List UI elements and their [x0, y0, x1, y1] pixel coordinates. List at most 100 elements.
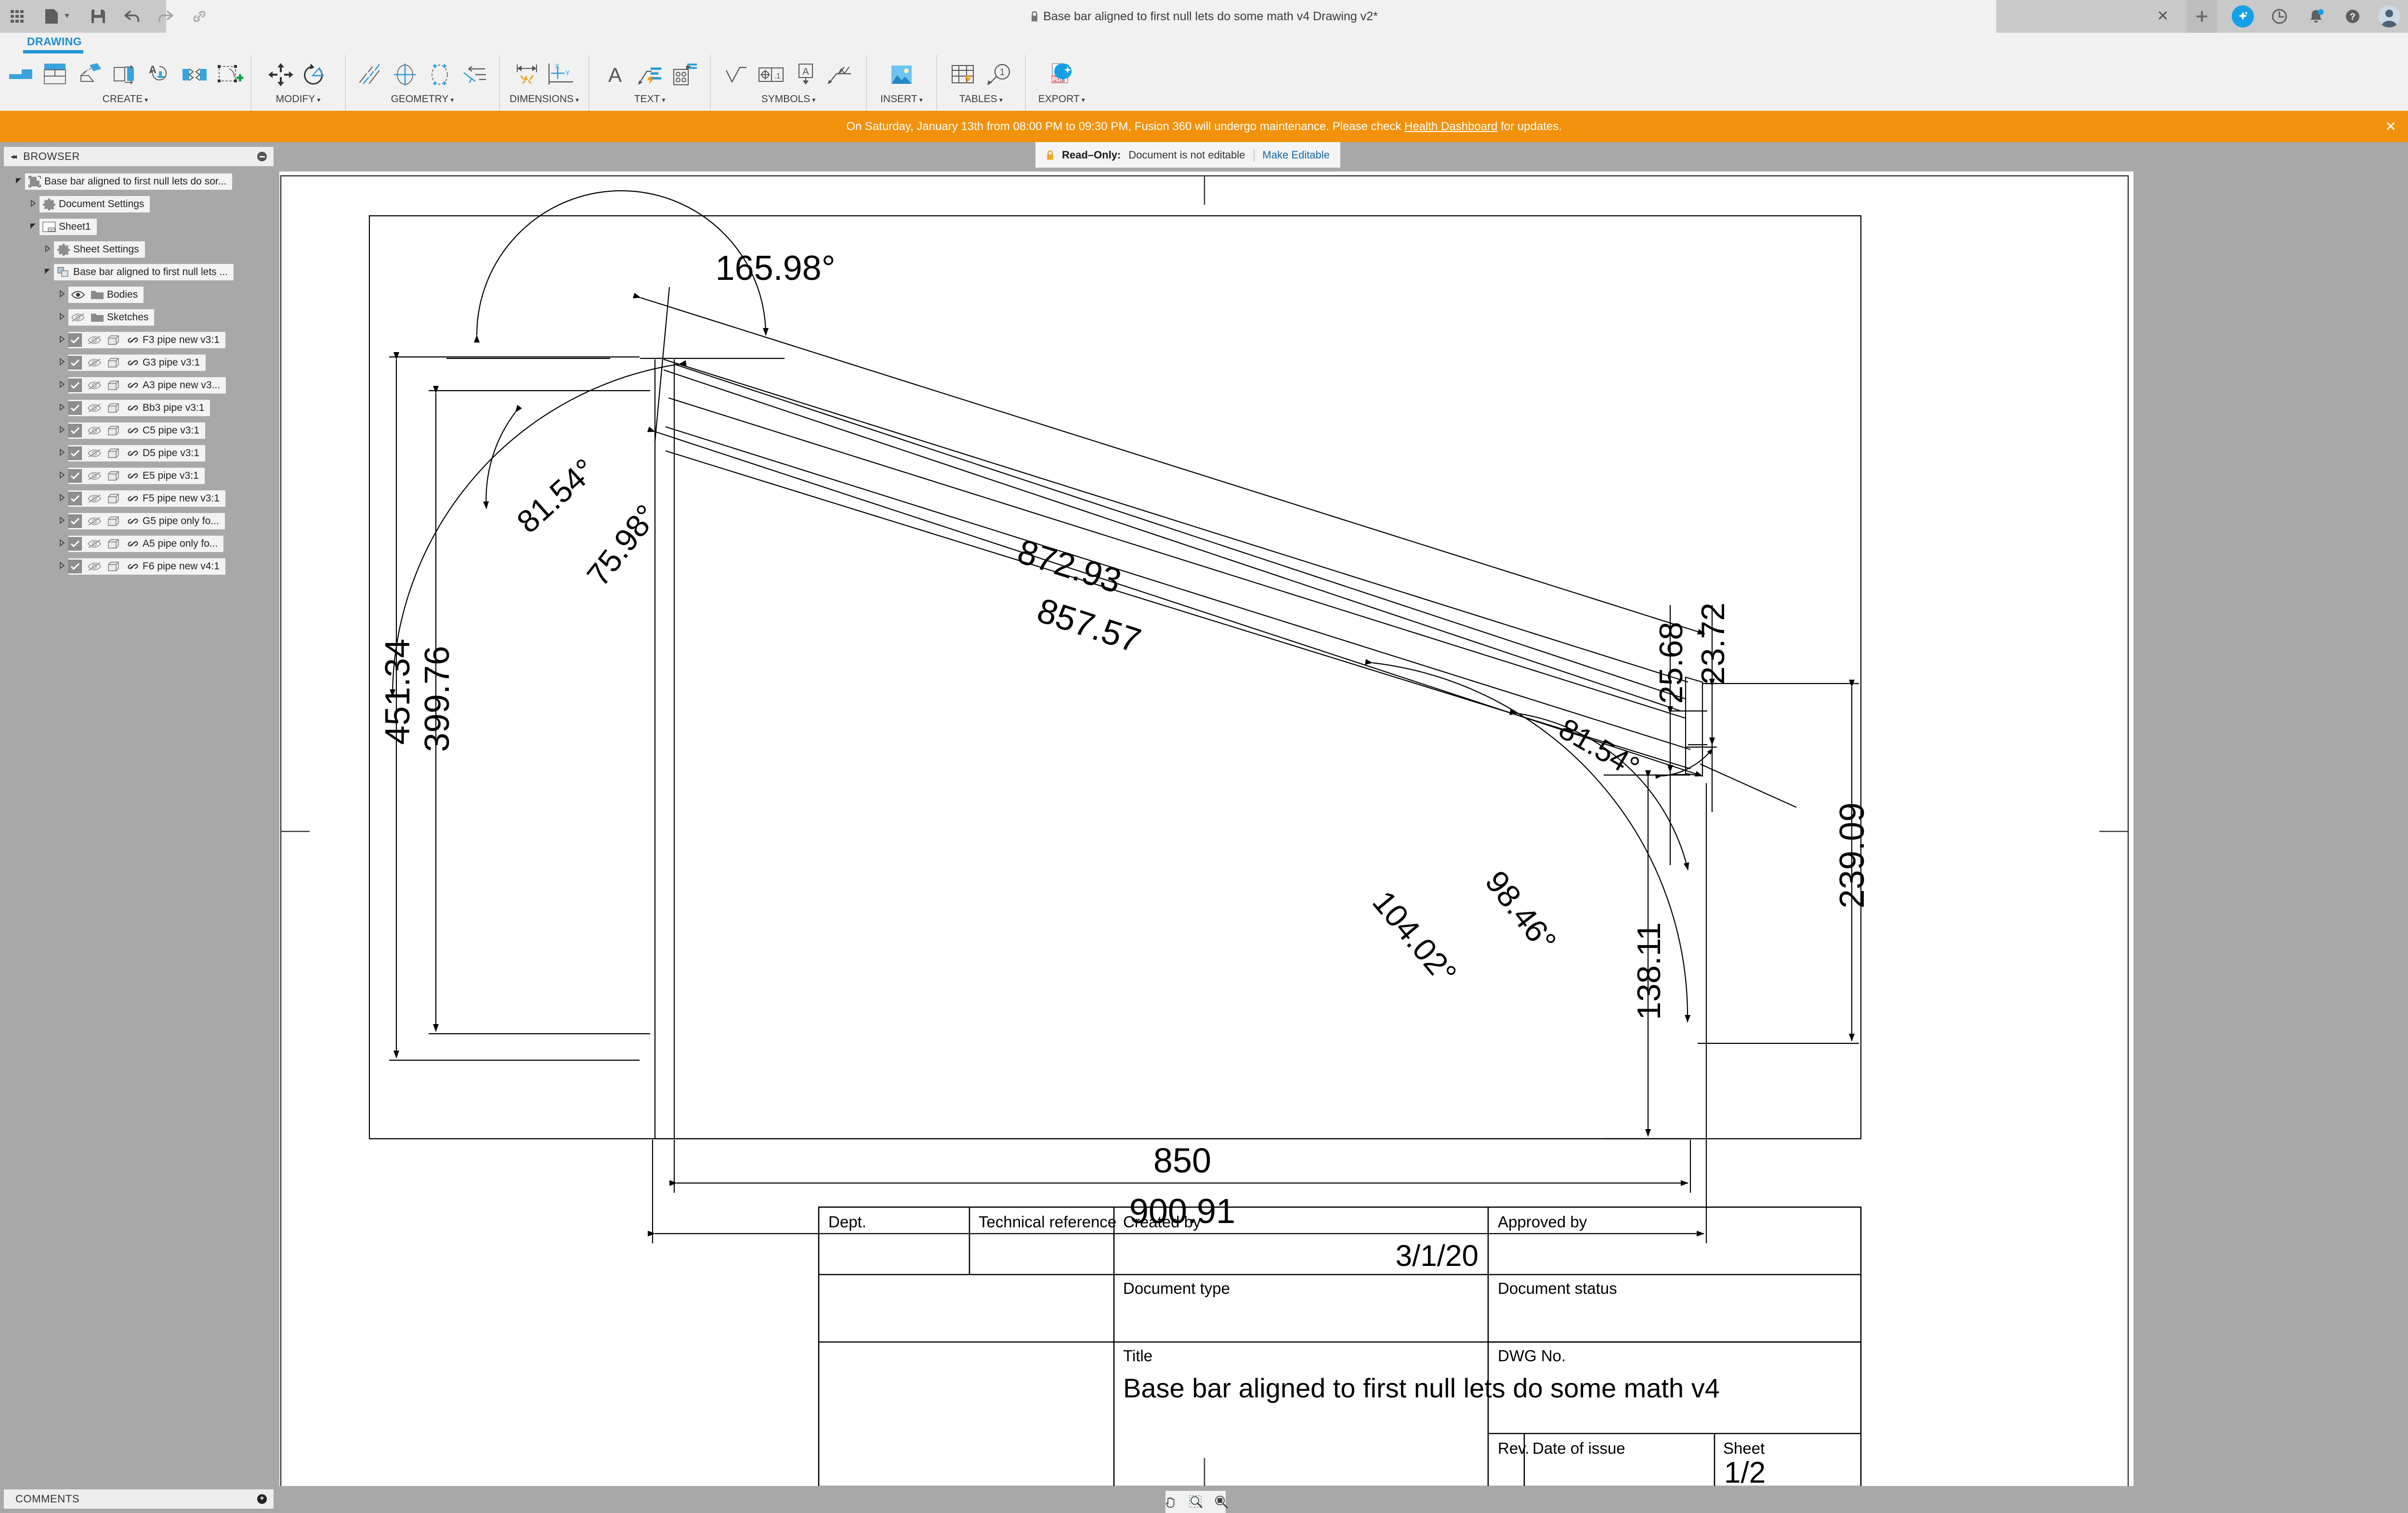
eye-hidden-icon[interactable]: [87, 537, 102, 551]
sketch-view-icon[interactable]: [214, 60, 244, 90]
eye-hidden-icon[interactable]: [87, 333, 102, 347]
centerline-icon[interactable]: [355, 60, 385, 90]
tree-twisty-icon[interactable]: [41, 267, 54, 277]
tree-twisty-icon[interactable]: [56, 539, 68, 549]
browser-tree-item[interactable]: Bb3 pipe v3:1: [0, 396, 279, 419]
tree-twisty-icon[interactable]: [56, 494, 68, 503]
tree-twisty-icon[interactable]: [56, 448, 68, 458]
browser-tree-item[interactable]: Base bar aligned to first null lets ...: [0, 261, 279, 283]
new-tab-icon[interactable]: [2186, 0, 2217, 33]
tree-twisty-icon[interactable]: [56, 290, 68, 300]
link-icon[interactable]: [126, 424, 140, 437]
browser-tree-item[interactable]: Sheet Settings: [0, 238, 279, 261]
ribbon-panel-insert-label[interactable]: INSERT▾: [880, 93, 923, 105]
visibility-checkbox[interactable]: [68, 537, 82, 551]
link-icon[interactable]: [126, 560, 140, 573]
visibility-checkbox[interactable]: [68, 333, 82, 347]
ordinate-dimension-icon[interactable]: X Y: [547, 60, 576, 90]
eye-visible-icon[interactable]: [71, 288, 85, 302]
browser-tree-item[interactable]: F3 pipe new v3:1: [0, 329, 279, 351]
tree-twisty-icon[interactable]: [56, 426, 68, 435]
extensions-icon[interactable]: [2232, 5, 2254, 27]
tree-twisty-icon[interactable]: [56, 403, 68, 413]
link-icon[interactable]: [126, 401, 140, 415]
link-icon[interactable]: [126, 537, 140, 551]
link-icon[interactable]: [126, 514, 140, 528]
browser-tree-item[interactable]: C5 pipe v3:1: [0, 419, 279, 442]
eye-hidden-icon[interactable]: [87, 379, 102, 392]
browser-tree-item[interactable]: Bodies: [0, 283, 279, 306]
eye-hidden-icon[interactable]: [71, 311, 85, 324]
comments-panel[interactable]: COMMENTS +: [4, 1489, 274, 1509]
move-icon[interactable]: [266, 60, 296, 90]
export-pdf-icon[interactable]: PDF: [1047, 60, 1076, 90]
center-mark-icon[interactable]: [390, 60, 420, 90]
tree-twisty-icon[interactable]: [41, 245, 54, 254]
visibility-checkbox[interactable]: [68, 424, 82, 437]
auxiliary-view-icon[interactable]: [76, 60, 105, 90]
base-view-icon[interactable]: [6, 60, 36, 90]
browser-tree-item[interactable]: Sheet1: [0, 215, 279, 238]
visibility-checkbox[interactable]: [68, 560, 82, 573]
ribbon-panel-modify-label[interactable]: MODIFY▾: [276, 93, 321, 105]
tree-twisty-icon[interactable]: [56, 313, 68, 322]
tree-twisty-icon[interactable]: [56, 381, 68, 390]
browser-tree-item[interactable]: G5 pipe only fo...: [0, 510, 279, 532]
hole-table-text-icon[interactable]: [669, 60, 699, 90]
browser-tree-item[interactable]: Document Settings: [0, 193, 279, 215]
rotate-icon[interactable]: [301, 60, 330, 90]
browser-tree-item[interactable]: Sketches: [0, 306, 279, 329]
visibility-checkbox[interactable]: [68, 469, 82, 483]
eye-hidden-icon[interactable]: [87, 356, 102, 369]
tree-twisty-icon[interactable]: [56, 471, 68, 481]
visibility-checkbox[interactable]: [68, 514, 82, 528]
notifications-icon[interactable]: [2305, 5, 2327, 27]
ribbon-panel-text-label[interactable]: TEXT▾: [634, 93, 666, 105]
link-icon[interactable]: [126, 469, 140, 483]
make-editable-button[interactable]: Make Editable: [1262, 149, 1329, 161]
weld-symbol-icon[interactable]: [825, 60, 855, 90]
eye-hidden-icon[interactable]: [87, 469, 102, 483]
browser-tree-item[interactable]: F5 pipe new v3:1: [0, 487, 279, 510]
leader-text-icon[interactable]: [635, 60, 665, 90]
zoom-window-icon[interactable]: [1189, 1494, 1203, 1510]
health-dashboard-link[interactable]: Health Dashboard: [1404, 120, 1497, 133]
ribbon-panel-export-label[interactable]: EXPORT▾: [1038, 93, 1085, 105]
browser-tree-item[interactable]: F6 pipe new v4:1: [0, 555, 279, 578]
insert-image-icon[interactable]: [887, 60, 916, 90]
section-view-icon[interactable]: [110, 60, 140, 90]
visibility-checkbox[interactable]: [68, 492, 82, 505]
browser-tree-item[interactable]: A5 pipe only fo...: [0, 532, 279, 555]
recent-icon[interactable]: [2268, 5, 2290, 27]
ribbon-panel-symbols-label[interactable]: SYMBOLS▾: [761, 93, 816, 105]
feature-control-frame-icon[interactable]: .1: [756, 60, 786, 90]
table-icon[interactable]: [949, 60, 979, 90]
pan-icon[interactable]: [1164, 1494, 1178, 1510]
link-icon[interactable]: [126, 379, 140, 392]
projected-view-icon[interactable]: [41, 60, 71, 90]
tree-twisty-icon[interactable]: [13, 177, 25, 186]
ribbon-panel-geometry-label[interactable]: GEOMETRY▾: [391, 93, 454, 105]
eye-hidden-icon[interactable]: [87, 492, 102, 505]
eye-hidden-icon[interactable]: [87, 401, 102, 415]
help-icon[interactable]: ?: [2342, 5, 2364, 27]
account-avatar[interactable]: [2378, 5, 2400, 27]
tree-twisty-icon[interactable]: [27, 222, 39, 232]
tree-twisty-icon[interactable]: [56, 335, 68, 345]
ribbon-panel-create-label[interactable]: CREATE▾: [103, 93, 148, 105]
link-icon[interactable]: [126, 356, 140, 369]
comments-add-icon[interactable]: +: [257, 1494, 267, 1504]
eye-hidden-icon[interactable]: [87, 514, 102, 528]
text-icon[interactable]: A: [600, 60, 630, 90]
ribbon-panel-dimensions-label[interactable]: DIMENSIONS▾: [510, 93, 579, 105]
ribbon-panel-tables-label[interactable]: TABLES▾: [959, 93, 1003, 105]
datum-identifier-icon[interactable]: A: [791, 60, 821, 90]
browser-collapse-icon[interactable]: ◂◂: [11, 152, 15, 161]
tree-twisty-icon[interactable]: [56, 358, 68, 368]
surface-finish-icon[interactable]: [721, 60, 751, 90]
link-icon[interactable]: [126, 447, 140, 460]
eye-hidden-icon[interactable]: [87, 424, 102, 437]
browser-tree-item[interactable]: A3 pipe new v3...: [0, 374, 279, 396]
link-icon[interactable]: [126, 492, 140, 505]
eye-hidden-icon[interactable]: [87, 560, 102, 573]
